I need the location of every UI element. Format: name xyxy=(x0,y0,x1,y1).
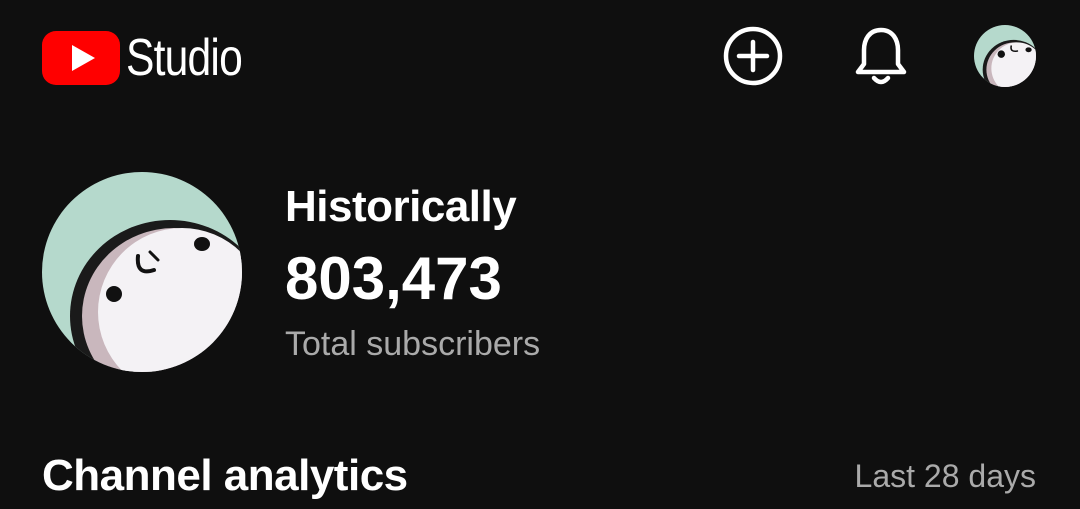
subscriber-count: 803,473 xyxy=(285,245,502,312)
channel-avatar[interactable] xyxy=(42,172,242,372)
summary-label: Historically xyxy=(285,182,517,231)
bell-icon[interactable] xyxy=(850,24,912,88)
subscriber-caption: Total subscribers xyxy=(285,325,541,363)
analytics-period-selector[interactable]: Last 28 days xyxy=(855,455,1036,497)
avatar-character-icon xyxy=(974,25,1036,87)
top-app-bar: Studio xyxy=(0,0,1080,118)
app-name: Studio xyxy=(126,29,243,87)
subscriber-summary: Historically 803,473 Total subscribers xyxy=(285,180,540,366)
avatar-character-icon xyxy=(42,172,242,372)
account-avatar[interactable] xyxy=(974,25,1036,87)
studio-logo[interactable]: Studio xyxy=(42,28,267,88)
analytics-section-title: Channel analytics xyxy=(42,451,408,500)
youtube-logo-icon xyxy=(42,31,120,85)
create-icon[interactable] xyxy=(722,25,784,87)
